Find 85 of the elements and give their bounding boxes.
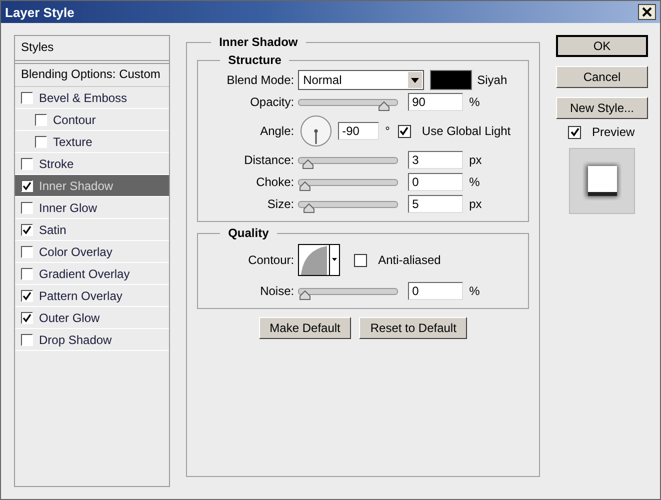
style-label: Outer Glow — [39, 310, 100, 324]
field-label: Distance: — [243, 153, 296, 167]
style-item[interactable]: Satin — [15, 219, 170, 241]
style-item[interactable]: Inner Glow — [15, 197, 170, 219]
checkbox[interactable] — [398, 124, 411, 138]
unit-label: px — [469, 197, 482, 211]
section-title: Inner Shadow — [218, 35, 299, 49]
checkbox-label: Anti-aliased — [378, 253, 441, 267]
unit-label: ° — [385, 124, 390, 138]
checkbox[interactable] — [21, 334, 33, 346]
color-swatch[interactable] — [430, 70, 472, 90]
slider-thumb[interactable] — [303, 202, 316, 212]
style-item[interactable]: Bevel & Emboss — [15, 87, 170, 109]
checkbox[interactable] — [21, 158, 33, 170]
checkbox[interactable] — [21, 290, 33, 302]
field-label: Blend Mode: — [226, 73, 296, 87]
slider-thumb[interactable] — [299, 290, 312, 300]
field-label: Angle: — [259, 124, 296, 138]
slider-thumb[interactable] — [299, 180, 312, 190]
field-label: Opacity: — [249, 95, 296, 109]
style-item[interactable]: Contour — [15, 109, 170, 131]
value-field[interactable]: 0 — [408, 282, 464, 300]
styles-header[interactable]: Styles — [15, 36, 170, 61]
caret-icon[interactable] — [408, 72, 422, 88]
reset-default-button[interactable]: Reset to Default — [359, 317, 468, 339]
checkbox[interactable] — [21, 202, 33, 214]
checkbox[interactable] — [21, 92, 33, 104]
contour-picker[interactable] — [298, 244, 340, 276]
checkbox[interactable] — [21, 268, 33, 280]
unit-label: % — [469, 175, 480, 189]
style-item[interactable]: Color Overlay — [15, 241, 170, 263]
checkbox[interactable] — [21, 312, 33, 324]
style-label: Pattern Overlay — [39, 288, 122, 302]
style-label: Drop Shadow — [39, 332, 112, 346]
checkbox[interactable] — [568, 126, 581, 138]
checkbox[interactable] — [21, 180, 33, 192]
value-field[interactable]: 3 — [408, 151, 464, 169]
style-label: Bevel & Emboss — [39, 90, 128, 104]
style-item[interactable]: Gradient Overlay — [15, 263, 170, 285]
style-item[interactable]: Inner Shadow — [15, 175, 170, 197]
style-label: Texture — [53, 134, 92, 148]
style-label: Gradient Overlay — [39, 266, 130, 280]
checkbox-label: Preview — [592, 125, 635, 139]
slider-thumb[interactable] — [302, 158, 314, 168]
style-item[interactable]: Drop Shadow — [15, 329, 170, 351]
slider-thumb[interactable] — [378, 100, 390, 110]
style-label: Contour — [53, 112, 96, 126]
section-title: Structure — [227, 53, 282, 67]
blend-mode-dropdown[interactable]: Normal — [298, 70, 424, 90]
checkbox[interactable] — [35, 114, 47, 126]
field-label: Choke: — [255, 175, 296, 189]
checkbox[interactable] — [21, 246, 33, 258]
style-label: Inner Shadow — [39, 178, 114, 192]
value-field[interactable]: 90 — [408, 93, 464, 111]
dialog-button[interactable]: New Style... — [556, 97, 648, 119]
unit-label: % — [469, 284, 480, 298]
field-label: Noise: — [259, 284, 296, 298]
dialog-button[interactable]: OK — [556, 35, 648, 57]
unit-label: px — [469, 153, 482, 167]
value-field[interactable]: 5 — [408, 195, 464, 213]
blending-options-item[interactable]: Blending Options: Custom — [15, 63, 170, 87]
dialog-button[interactable]: Cancel — [556, 66, 648, 88]
checkbox[interactable] — [21, 224, 33, 236]
checkbox[interactable] — [35, 136, 47, 148]
checkbox[interactable] — [354, 254, 368, 266]
style-item[interactable]: Pattern Overlay — [15, 285, 170, 307]
angle-field[interactable]: -90 — [338, 122, 380, 140]
style-preview-drawing — [569, 148, 635, 214]
color-name: Siyah — [477, 73, 508, 87]
checkbox-label: Use Global Light — [422, 124, 511, 138]
style-label: Satin — [39, 222, 66, 236]
angle-dial[interactable] — [300, 115, 332, 147]
style-item[interactable]: Outer Glow — [15, 307, 170, 329]
window-title: Layer Style — [5, 4, 74, 20]
field-label: Size: — [266, 197, 296, 211]
style-label: Inner Glow — [39, 200, 98, 214]
field-label: Contour: — [247, 253, 296, 267]
style-label: Color Overlay — [39, 244, 112, 258]
style-item[interactable]: Texture — [15, 131, 170, 153]
make-default-button[interactable]: Make Default — [258, 317, 352, 339]
style-label: Stroke — [39, 156, 74, 170]
close-icon[interactable] — [638, 4, 656, 20]
value-field[interactable]: 0 — [408, 173, 464, 191]
section-title: Quality — [227, 226, 270, 240]
unit-label: % — [469, 95, 480, 109]
